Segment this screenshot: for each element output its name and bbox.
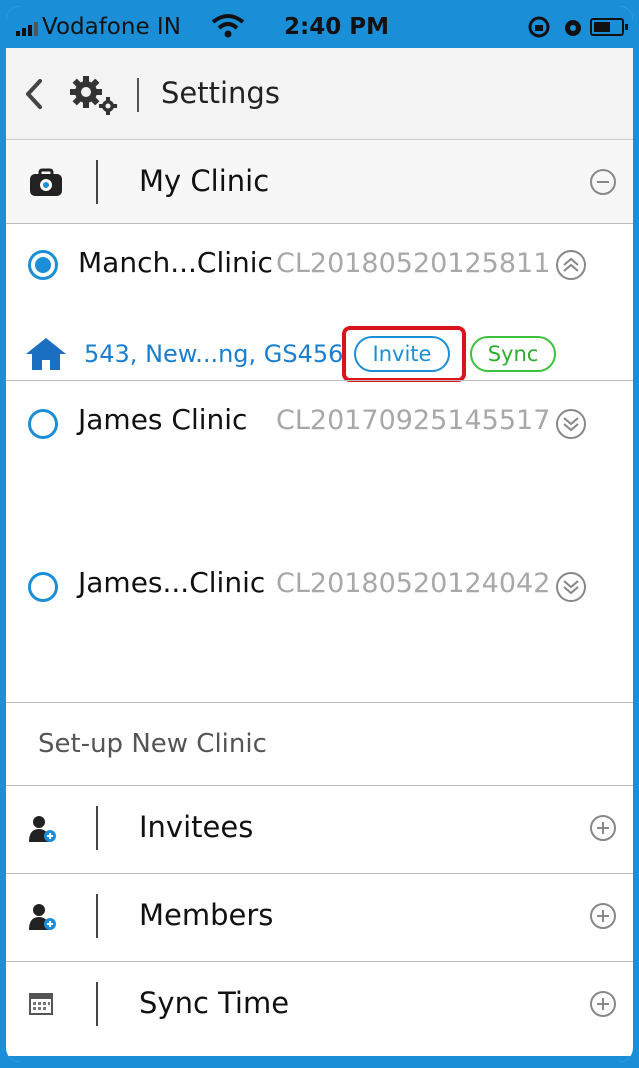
invitees-label: Invitees xyxy=(139,810,254,844)
expand-chevron-down-icon[interactable] xyxy=(554,407,588,441)
members-label: Members xyxy=(139,898,274,932)
row-separator xyxy=(96,894,98,938)
clinic-name: James...Clinic xyxy=(78,566,266,599)
clinic-item[interactable]: James...Clinic CL20180520124042 xyxy=(6,558,633,702)
clinic-name: Manch...Clinic xyxy=(78,246,273,279)
user-add-icon xyxy=(29,816,56,842)
battery-icon xyxy=(590,18,628,36)
setup-new-clinic-label: Set-up New Clinic xyxy=(38,729,267,759)
wifi-icon xyxy=(211,14,245,38)
clinic-item[interactable]: James Clinic CL20170925145517 xyxy=(6,381,633,561)
page-title: Settings xyxy=(161,76,280,110)
invite-button[interactable]: Invite xyxy=(354,336,450,372)
alarm-icon xyxy=(565,20,581,36)
my-clinic-label: My Clinic xyxy=(139,164,270,198)
expand-plus-icon[interactable] xyxy=(589,990,617,1018)
clinic-radio-selected[interactable] xyxy=(28,250,58,280)
my-clinic-section[interactable]: My Clinic xyxy=(6,140,633,224)
back-icon[interactable] xyxy=(24,78,44,110)
collapse-minus-icon[interactable] xyxy=(589,168,617,196)
row-separator xyxy=(96,160,98,204)
clinic-code: CL20170925145517 xyxy=(276,405,551,436)
gear-icon xyxy=(70,76,117,115)
home-icon xyxy=(26,338,66,370)
clinic-address: 543, New...ng, GS456 xyxy=(84,340,344,368)
status-bar: Vodafone IN 2:40 PM xyxy=(6,6,633,48)
sync-time-label: Sync Time xyxy=(139,986,290,1020)
phone-screen: Vodafone IN 2:40 PM Settings My Clinic M… xyxy=(6,6,633,1062)
clinic-name: James Clinic xyxy=(78,403,248,436)
header-separator xyxy=(137,78,139,112)
clinic-bag-icon xyxy=(30,168,62,196)
signal-icon xyxy=(16,18,38,36)
setup-new-clinic-link[interactable]: Set-up New Clinic xyxy=(6,702,633,786)
user-add-icon xyxy=(29,904,56,930)
expand-plus-icon[interactable] xyxy=(589,814,617,842)
expand-plus-icon[interactable] xyxy=(589,902,617,930)
orientation-lock-icon xyxy=(528,16,550,38)
row-separator xyxy=(96,806,98,850)
collapse-chevron-up-icon[interactable] xyxy=(554,248,588,282)
sync-time-section[interactable]: Sync Time xyxy=(6,962,633,1050)
clinic-code: CL20180520125811 xyxy=(276,248,551,279)
clinic-radio[interactable] xyxy=(28,409,58,439)
calendar-icon xyxy=(29,993,53,1015)
sync-button[interactable]: Sync xyxy=(470,336,556,372)
clinic-radio[interactable] xyxy=(28,572,58,602)
bottom-accent-bar xyxy=(6,1056,633,1062)
members-section[interactable]: Members xyxy=(6,874,633,962)
expand-chevron-down-icon[interactable] xyxy=(554,570,588,604)
row-separator xyxy=(96,982,98,1026)
carrier-name: Vodafone IN xyxy=(42,14,181,40)
status-time: 2:40 PM xyxy=(284,14,389,40)
settings-header: Settings xyxy=(6,48,633,140)
clinic-code: CL20180520124042 xyxy=(276,568,551,599)
invitees-section[interactable]: Invitees xyxy=(6,786,633,874)
